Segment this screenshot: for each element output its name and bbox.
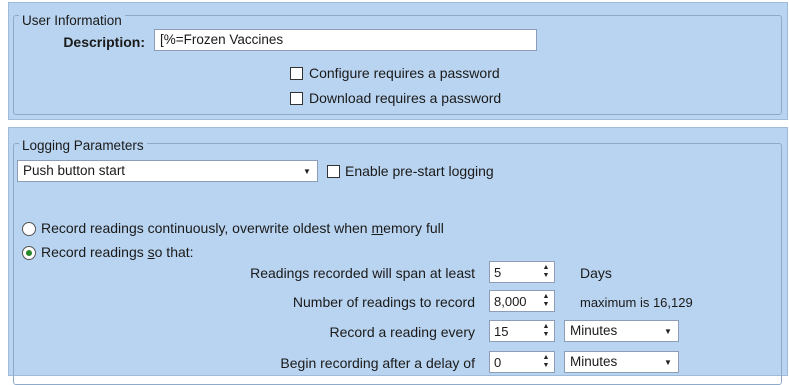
user-information-legend: User Information [19, 13, 125, 28]
so-that-label-accel: s [147, 244, 155, 260]
start-delay-label: Begin recording after a delay of [280, 355, 475, 371]
so-that-label-part: Record readings [41, 244, 148, 260]
record-interval-value: 15 [494, 324, 509, 339]
span-days-stepper[interactable]: 5 ▲ ▼ [489, 261, 555, 283]
record-interval-label: Record a reading every [329, 324, 475, 340]
start-delay-unit-value: Minutes [570, 354, 618, 369]
record-continuously-radio[interactable] [22, 222, 36, 236]
download-password-label[interactable]: Download requires a password [309, 90, 501, 106]
user-information-panel: User Information Description: [%=Frozen … [8, 2, 788, 120]
prestart-logging-label[interactable]: Enable pre-start logging [345, 163, 494, 179]
record-so-that-label[interactable]: Record readings so that: [41, 244, 194, 260]
start-delay-stepper[interactable]: 0 ▲ ▼ [489, 351, 555, 373]
record-interval-stepper[interactable]: 15 ▲ ▼ [489, 320, 555, 342]
configure-password-label[interactable]: Configure requires a password [309, 65, 500, 81]
so-that-label-part: o that: [154, 244, 194, 260]
radio-selected-dot [26, 250, 32, 256]
record-interval-unit-dropdown[interactable]: Minutes ▼ [564, 320, 679, 342]
chevron-down-icon[interactable]: ▼ [658, 352, 678, 372]
span-days-unit: Days [580, 265, 612, 281]
prestart-logging-checkbox[interactable] [327, 165, 340, 178]
description-label: Description: [63, 34, 145, 50]
record-continuously-label[interactable]: Record readings continuously, overwrite … [41, 220, 444, 236]
start-delay-value: 0 [494, 355, 502, 370]
span-days-value: 5 [494, 265, 502, 280]
download-password-checkbox[interactable] [290, 92, 303, 105]
prestart-label-part: ging [467, 163, 494, 179]
description-field[interactable]: [%=Frozen Vaccines [154, 29, 537, 51]
chevron-down-icon[interactable]: ▼ [658, 321, 678, 341]
continuous-label-accel: m [371, 220, 384, 236]
start-delay-unit-dropdown[interactable]: Minutes ▼ [564, 351, 679, 373]
reading-count-stepper[interactable]: 8,000 ▲ ▼ [489, 290, 555, 312]
record-interval-unit-value: Minutes [570, 323, 618, 338]
logging-parameters-legend: Logging Parameters [19, 138, 147, 153]
prestart-label-part: Enable pre-start lo [345, 163, 460, 179]
span-days-label: Readings recorded will span at least [250, 265, 475, 281]
reading-count-value: 8,000 [494, 294, 527, 309]
start-mode-value: Push button start [23, 163, 126, 178]
chevron-down-icon[interactable]: ▼ [297, 161, 317, 181]
reading-count-label: Number of readings to record [292, 294, 475, 310]
continuous-label-part: Record readings continuously, overwrite … [41, 220, 372, 236]
logging-parameters-panel: Logging Parameters Push button start ▼ E… [8, 127, 788, 385]
configure-password-checkbox[interactable] [290, 67, 303, 80]
start-mode-dropdown[interactable]: Push button start ▼ [17, 160, 318, 182]
reading-count-max: maximum is 16,129 [580, 295, 693, 310]
record-so-that-radio[interactable] [22, 246, 36, 260]
spin-arrows-icon[interactable]: ▲ ▼ [538, 321, 554, 341]
spin-arrows-icon[interactable]: ▲ ▼ [538, 262, 554, 282]
spin-arrows-icon[interactable]: ▲ ▼ [538, 352, 554, 372]
spin-arrows-icon[interactable]: ▲ ▼ [538, 291, 554, 311]
continuous-label-part: emory full [383, 220, 444, 236]
